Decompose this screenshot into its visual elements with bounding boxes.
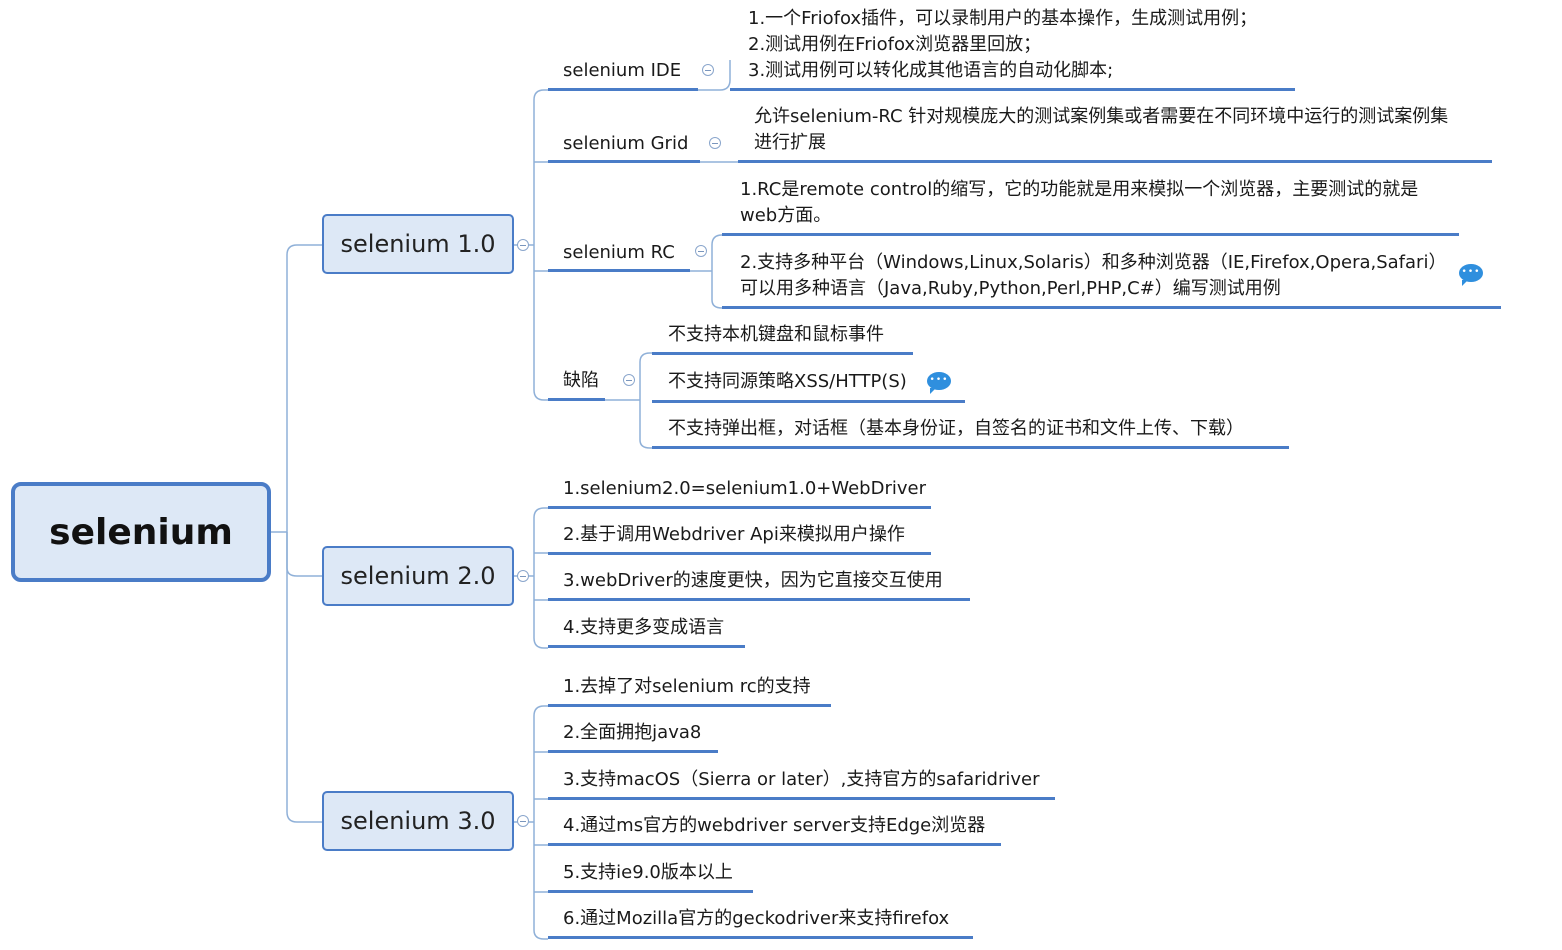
v3-item-5: 5.支持ie9.0版本以上: [563, 862, 733, 883]
node-selenium-3-0[interactable]: selenium 3.0: [322, 791, 514, 851]
grid-desc-line-2: 进行扩展: [754, 132, 826, 153]
collapse-toggle-grid[interactable]: [709, 137, 721, 149]
ide-item-1: 1.一个Friofox插件，可以录制用户的基本操作，生成测试用例；: [748, 8, 1258, 29]
collapse-toggle-v1[interactable]: [517, 239, 529, 251]
rc-item-2-line-2: 可以用多种语言（Java,Ruby,Python,Perl,PHP,C#）编写测…: [740, 278, 1281, 299]
comment-icon[interactable]: •••: [1459, 264, 1483, 286]
v2-item-2: 2.基于调用Webdriver Api来模拟用户操作: [563, 524, 905, 545]
defect-item-2: 不支持同源策略XSS/HTTP(S): [668, 371, 907, 392]
ide-item-3: 3.测试用例可以转化成其他语言的自动化脚本;: [748, 60, 1114, 81]
defect-item-1: 不支持本机键盘和鼠标事件: [668, 324, 884, 345]
collapse-toggle-ide[interactable]: [702, 64, 714, 76]
v3-item-1: 1.去掉了对selenium rc的支持: [563, 676, 811, 697]
defect-item-3: 不支持弹出框，对话框（基本身份证，自签名的证书和文件上传、下载）: [668, 418, 1244, 439]
collapse-toggle-rc[interactable]: [695, 245, 707, 257]
node-defects[interactable]: 缺陷: [563, 368, 599, 394]
root-node-selenium[interactable]: selenium: [11, 482, 271, 582]
collapse-toggle-v2[interactable]: [517, 570, 529, 582]
node-selenium-1-0[interactable]: selenium 1.0: [322, 214, 514, 274]
v2-item-4: 4.支持更多变成语言: [563, 617, 725, 638]
node-selenium-ide[interactable]: selenium IDE: [563, 58, 681, 84]
node-selenium-2-0[interactable]: selenium 2.0: [322, 546, 514, 606]
node-selenium-grid[interactable]: selenium Grid: [563, 131, 688, 157]
v2-item-1: 1.selenium2.0=selenium1.0+WebDriver: [563, 478, 926, 499]
v2-item-3: 3.webDriver的速度更快，因为它直接交互使用: [563, 570, 943, 591]
rc-item-1-line-1: 1.RC是remote control的缩写，它的功能就是用来模拟一个浏览器，主…: [740, 179, 1419, 200]
ide-item-2: 2.测试用例在Friofox浏览器里回放；: [748, 34, 1042, 55]
collapse-toggle-v3[interactable]: [517, 815, 529, 827]
node-selenium-rc[interactable]: selenium RC: [563, 240, 675, 266]
grid-desc-line-1: 允许selenium-RC 针对规模庞大的测试案例集或者需要在不同环境中运行的测…: [754, 106, 1449, 127]
comment-icon[interactable]: •••: [927, 372, 951, 394]
rc-item-1-line-2: web方面。: [740, 205, 832, 226]
v3-item-6: 6.通过Mozilla官方的geckodriver来支持firefox: [563, 908, 950, 929]
collapse-toggle-defects[interactable]: [623, 374, 635, 386]
rc-item-2-line-1: 2.支持多种平台（Windows,Linux,Solaris）和多种浏览器（IE…: [740, 252, 1447, 273]
v3-item-3: 3.支持macOS（Sierra or later）,支持官方的safaridr…: [563, 769, 1040, 790]
v3-item-2: 2.全面拥抱java8: [563, 722, 702, 743]
v3-item-4: 4.通过ms官方的webdriver server支持Edge浏览器: [563, 815, 986, 836]
